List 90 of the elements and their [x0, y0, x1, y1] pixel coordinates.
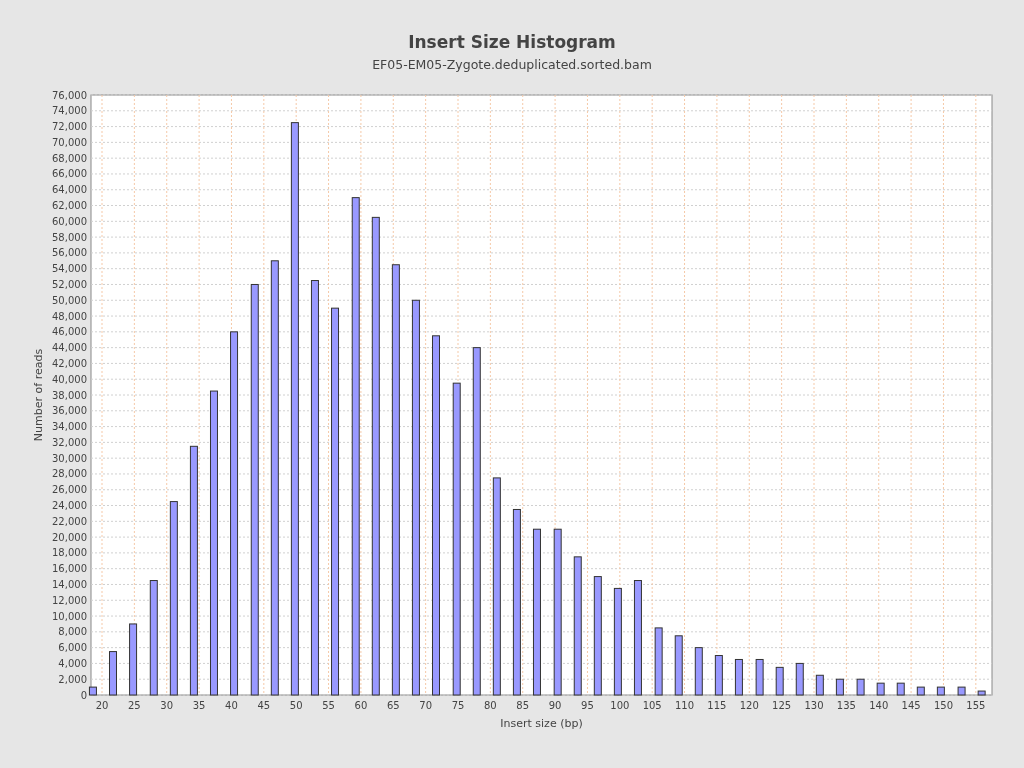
y-tick-label: 8,000: [58, 626, 87, 638]
histogram-bar: [654, 627, 663, 696]
histogram-bar: [856, 678, 865, 696]
x-tick-label: 60: [354, 700, 368, 711]
y-tick-label: 40,000: [52, 373, 87, 385]
y-tick-label: 14,000: [52, 578, 87, 590]
histogram-bar: [734, 658, 743, 696]
histogram-bar: [88, 686, 97, 696]
x-tick-label: 90: [548, 700, 562, 711]
x-tick-label: 30: [160, 700, 174, 711]
y-tick-label: 24,000: [52, 500, 87, 512]
y-tick-label: 60,000: [52, 215, 87, 227]
y-tick-label: 58,000: [52, 231, 87, 243]
x-tick-label: 35: [192, 700, 206, 711]
x-tick-label: 75: [451, 700, 465, 711]
x-axis-label: Insert size (bp): [500, 717, 583, 730]
y-tick-label: 2,000: [58, 673, 87, 685]
y-tick-label: 30,000: [52, 452, 87, 464]
x-tick-label: 110: [675, 700, 695, 711]
y-tick-label: 12,000: [52, 594, 87, 606]
x-tick-label: 130: [804, 700, 824, 711]
y-tick-label: 6,000: [58, 642, 87, 654]
y-tick-label: 42,000: [52, 357, 87, 369]
y-tick-label: 52,000: [52, 278, 87, 290]
chart-title: Insert Size Histogram: [408, 31, 616, 54]
x-tick-label: 145: [901, 700, 921, 711]
histogram-bar: [795, 662, 804, 696]
x-tick-label: 55: [322, 700, 335, 711]
x-tick-label: 45: [257, 700, 271, 711]
x-tick-label: 100: [610, 700, 630, 711]
x-tick-label: 120: [739, 700, 759, 711]
y-tick-label: 72,000: [52, 121, 87, 133]
histogram-bar: [755, 658, 764, 696]
histogram-bar: [876, 682, 885, 696]
histogram-bar: [775, 666, 784, 696]
x-tick-label: 50: [289, 700, 303, 711]
y-tick-label: 36,000: [52, 405, 87, 417]
y-tick-label: 38,000: [52, 389, 87, 401]
y-tick-label: 16,000: [52, 563, 87, 575]
y-tick-label: 74,000: [52, 105, 87, 117]
x-tick-label: 155: [966, 700, 986, 711]
chart-subtitle: EF05-EM05-Zygote.deduplicated.sorted.bam: [372, 56, 652, 74]
histogram-bar: [835, 678, 844, 696]
y-tick-label: 18,000: [52, 547, 87, 559]
y-tick-label: 48,000: [52, 310, 87, 322]
y-tick-label: 10,000: [52, 610, 87, 622]
histogram-bar: [957, 686, 966, 696]
x-tick-label: 20: [95, 700, 109, 711]
y-tick-label: 66,000: [52, 168, 87, 180]
y-tick-label: 54,000: [52, 263, 87, 275]
y-tick-label: 70,000: [52, 136, 87, 148]
x-tick-label: 115: [707, 700, 727, 711]
histogram-bar: [109, 651, 117, 696]
x-tick-label: 125: [772, 700, 792, 711]
y-axis-label: Number of reads: [32, 348, 45, 442]
x-tick-label: 70: [419, 700, 432, 711]
y-tick-label: 56,000: [52, 247, 87, 259]
histogram-bar: [977, 690, 986, 696]
x-tick-label: 135: [836, 700, 856, 711]
y-tick-label: 62,000: [52, 200, 87, 212]
y-tick-label: 22,000: [52, 515, 87, 527]
y-tick-label: 50,000: [52, 294, 87, 306]
y-tick-label: 26,000: [52, 484, 87, 496]
x-tick-label: 95: [581, 700, 594, 711]
histogram-bar: [694, 647, 703, 696]
x-tick-label: 40: [225, 700, 238, 711]
y-tick-label: 34,000: [52, 421, 87, 433]
histogram-bar: [916, 686, 925, 696]
y-tick-label: 20,000: [52, 531, 87, 543]
y-tick-label: 68,000: [52, 152, 87, 164]
y-tick-label: 0: [80, 689, 87, 701]
histogram-bar: [896, 682, 905, 696]
y-tick-label: 32,000: [52, 436, 87, 448]
x-tick-label: 85: [516, 700, 530, 711]
histogram-bar: [815, 674, 824, 696]
x-tick-label: 80: [484, 700, 497, 711]
x-tick-label: 140: [869, 700, 889, 711]
histogram-bar: [936, 686, 945, 696]
x-tick-label: 25: [128, 700, 141, 711]
histogram-bar: [714, 655, 723, 696]
histogram-bar: [674, 635, 683, 696]
y-tick-label: 4,000: [58, 657, 87, 669]
y-tick-label: 46,000: [52, 326, 87, 338]
y-tick-label: 76,000: [52, 89, 87, 101]
y-tick-label: 64,000: [52, 184, 87, 196]
x-tick-label: 150: [933, 700, 953, 711]
y-tick-label: 28,000: [52, 468, 87, 480]
x-tick-label: 65: [386, 700, 400, 711]
y-tick-label: 44,000: [52, 342, 87, 354]
x-tick-label: 105: [642, 700, 662, 711]
